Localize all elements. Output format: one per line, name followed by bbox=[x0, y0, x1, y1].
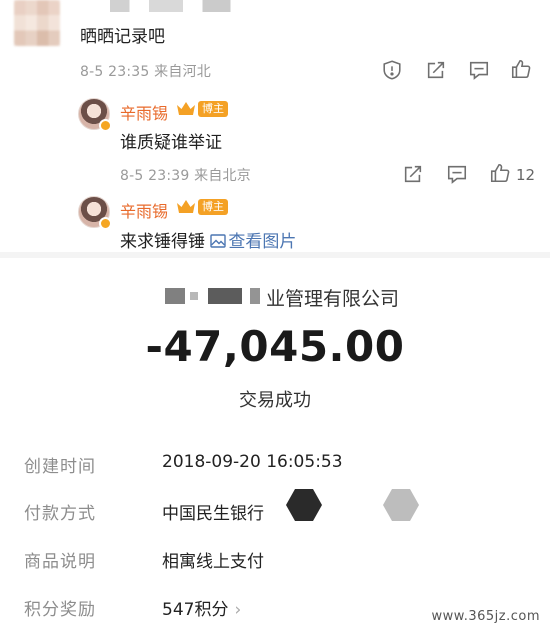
points-reward-value: 547积分 bbox=[162, 600, 229, 620]
reply-date: 8-5 23:39 bbox=[120, 168, 190, 184]
comment-section: 晒晒记录吧 8-5 23:35 来自河北 辛雨锡 博主 谁质疑谁举证 8-5 2… bbox=[0, 0, 550, 252]
masked-company-part bbox=[250, 288, 260, 304]
reply-location: 来自北京 bbox=[194, 168, 251, 184]
section-divider bbox=[0, 252, 550, 258]
view-image-label: 查看图片 bbox=[228, 232, 297, 252]
like-icon[interactable] bbox=[510, 58, 532, 80]
item-description-label: 商品说明 bbox=[24, 552, 96, 572]
share-icon[interactable] bbox=[402, 163, 424, 185]
author-avatar[interactable] bbox=[78, 196, 112, 230]
like-count: 12 bbox=[516, 166, 536, 184]
author-name[interactable]: 辛雨锡 bbox=[120, 198, 168, 222]
author-name[interactable]: 辛雨锡 bbox=[120, 100, 168, 124]
masked-company-part bbox=[165, 288, 185, 304]
comment-icon[interactable] bbox=[468, 59, 490, 81]
item-description-value: 相寓线上支付 bbox=[162, 552, 264, 572]
image-icon bbox=[210, 233, 227, 248]
created-time-label: 创建时间 bbox=[24, 457, 96, 477]
share-icon[interactable] bbox=[425, 59, 447, 81]
crown-icon bbox=[176, 199, 196, 215]
like-icon[interactable] bbox=[489, 162, 511, 184]
author-avatar[interactable] bbox=[78, 98, 112, 132]
verified-badge-icon bbox=[99, 119, 112, 132]
comment-meta: 8-5 23:35 来自河北 bbox=[80, 61, 211, 81]
transaction-status: 交易成功 bbox=[239, 390, 311, 411]
transaction-amount: -47,045.00 bbox=[145, 322, 405, 371]
blogger-badge: 博主 bbox=[198, 199, 228, 215]
comment-icon[interactable] bbox=[446, 163, 468, 185]
reply-text: 来求锤得锤 查看图片 bbox=[120, 227, 296, 252]
points-reward-label: 积分奖励 bbox=[24, 600, 96, 620]
points-reward-row[interactable]: 547积分 › bbox=[162, 595, 241, 620]
masked-hexagon bbox=[383, 489, 419, 521]
watermark: www.365jz.com bbox=[431, 609, 540, 624]
reply-meta: 8-5 23:39 来自北京 bbox=[120, 165, 251, 185]
created-time-value: 2018-09-20 16:05:53 bbox=[162, 452, 343, 472]
blogger-badge: 博主 bbox=[198, 101, 228, 117]
crown-icon bbox=[176, 101, 196, 117]
blurred-avatar[interactable] bbox=[14, 0, 60, 46]
masked-company-part bbox=[190, 292, 198, 300]
view-image-link[interactable]: 查看图片 bbox=[210, 232, 296, 252]
company-name: 业管理有限公司 bbox=[266, 288, 400, 310]
reply-text: 谁质疑谁举证 bbox=[120, 133, 222, 153]
report-icon[interactable] bbox=[381, 59, 403, 81]
verified-badge-icon bbox=[99, 217, 112, 230]
masked-company-part bbox=[208, 288, 242, 304]
reply-text-body: 来求锤得锤 bbox=[120, 232, 205, 252]
payment-method-label: 付款方式 bbox=[24, 504, 96, 524]
payment-method-value[interactable]: 中国民生银行 bbox=[162, 499, 264, 524]
comment-date: 8-5 23:35 bbox=[80, 64, 150, 80]
masked-username bbox=[110, 0, 250, 12]
chevron-right-icon: › bbox=[234, 600, 242, 620]
masked-hexagon bbox=[286, 489, 322, 521]
comment-location: 来自河北 bbox=[154, 64, 211, 80]
comment-text: 晒晒记录吧 bbox=[80, 27, 165, 47]
